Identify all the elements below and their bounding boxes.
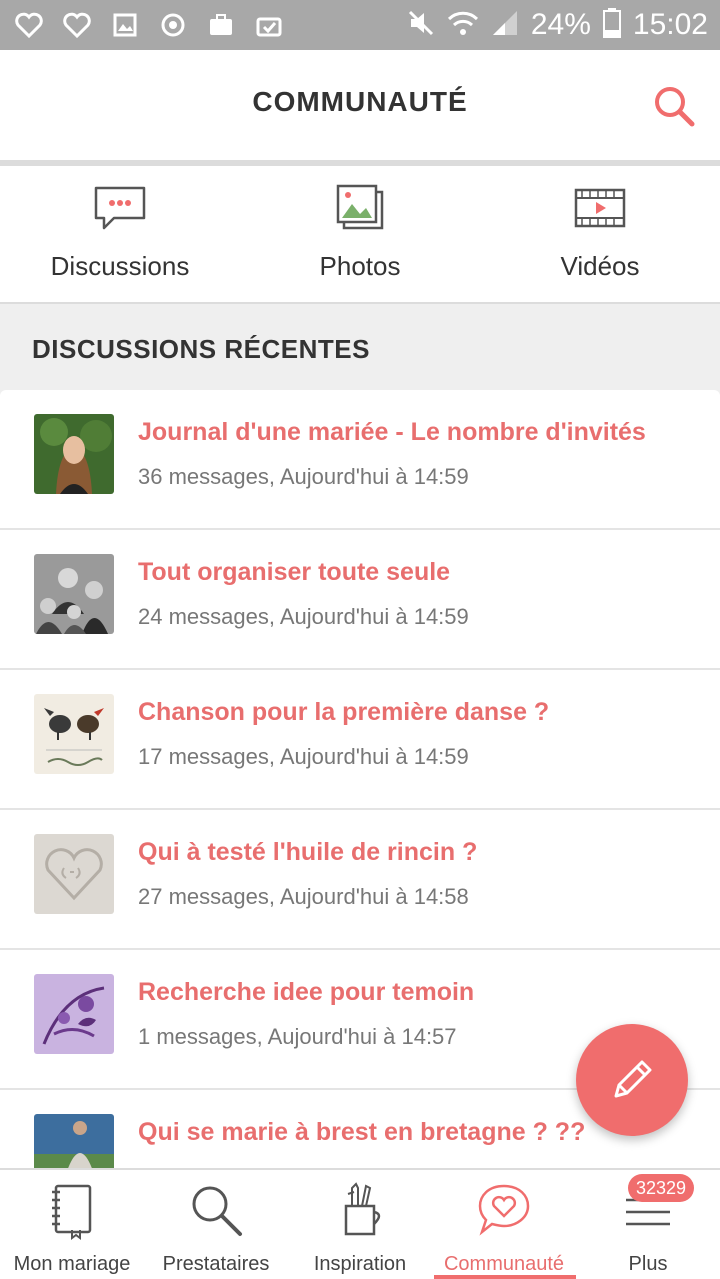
discussion-title: Chanson pour la première danse ? (138, 698, 550, 726)
screen: 24% 15:02 COMMUNAUTÉ Discussions Photos … (0, 0, 720, 1279)
nav-label: Communauté (443, 1253, 565, 1275)
nav-communaute[interactable]: Communauté (432, 1170, 576, 1279)
discussion-meta: 17 messages, Aujourd'hui à 14:59 (138, 744, 469, 769)
heart-outline-icon (62, 10, 92, 40)
search-button[interactable] (652, 84, 696, 128)
briefcase-check-icon (254, 10, 284, 40)
avatar (34, 554, 114, 634)
avatar (34, 974, 114, 1054)
photos-icon (336, 184, 384, 230)
search-icon (655, 87, 695, 127)
discussion-row[interactable]: Chanson pour la première danse ? 17 mess… (0, 670, 720, 810)
discussion-title: Journal d'une mariée - Le nombre d'invit… (138, 418, 646, 446)
notebook-icon (52, 1184, 92, 1240)
category-photos[interactable]: Photos (240, 184, 480, 282)
discussion-meta: 36 messages, Aujourd'hui à 14:59 (138, 464, 469, 489)
heart-outline-icon (14, 10, 44, 40)
category-discussions[interactable]: Discussions (0, 184, 240, 282)
section-header: DISCUSSIONS RÉCENTES (0, 306, 720, 390)
category-row: Discussions Photos Vidéos (0, 166, 720, 304)
wifi-icon (447, 9, 479, 42)
pencil-icon (614, 1060, 652, 1098)
heart-bubble-icon (478, 1184, 530, 1236)
status-bar: 24% 15:02 (0, 0, 720, 50)
discussion-title: Recherche idee pour temoin (138, 978, 475, 1006)
discussion-meta: 27 messages, Aujourd'hui à 14:58 (138, 884, 469, 909)
app-bar: COMMUNAUTÉ (0, 50, 720, 160)
active-tab-indicator (434, 1275, 576, 1279)
avatar (34, 834, 114, 914)
image-icon (110, 10, 140, 40)
nav-inspiration[interactable]: Inspiration (288, 1170, 432, 1279)
pencil-cup-icon (344, 1182, 381, 1236)
magnifier-icon (192, 1186, 242, 1236)
signal-icon (491, 9, 519, 42)
discussion-meta: 24 messages, Aujourd'hui à 14:59 (138, 604, 469, 629)
chat-bubble-icon (94, 186, 146, 230)
discussion-row[interactable]: Tout organiser toute seule 24 messages, … (0, 530, 720, 670)
avatar (34, 414, 114, 494)
video-film-icon (574, 188, 626, 228)
battery-percent: 24% (530, 8, 591, 41)
section-title: DISCUSSIONS RÉCENTES (32, 334, 370, 364)
category-videos[interactable]: Vidéos (480, 184, 720, 282)
avatar (34, 1114, 114, 1168)
category-label: Photos (319, 251, 401, 281)
nav-mon-mariage[interactable]: Mon mariage (0, 1170, 144, 1279)
briefcase-plus-icon (206, 10, 236, 40)
nav-label: Prestataires (162, 1253, 270, 1275)
avatar (34, 694, 114, 774)
discussion-row[interactable]: Qui à testé l'huile de rincin ? 27 messa… (0, 810, 720, 950)
category-label: Vidéos (560, 251, 640, 281)
nav-label: Inspiration (313, 1253, 407, 1275)
nav-label: Plus (628, 1253, 668, 1275)
category-label: Discussions (50, 251, 190, 281)
discussion-title: Qui se marie à brest en bretagne ? ?? (138, 1118, 586, 1146)
battery-icon (602, 7, 621, 43)
discussion-title: Qui à testé l'huile de rincin ? (138, 838, 478, 866)
mute-icon (407, 9, 435, 42)
discussion-title: Tout organiser toute seule (138, 558, 451, 586)
discussion-row[interactable]: Journal d'une mariée - Le nombre d'invit… (0, 390, 720, 530)
notification-badge: 32329 (628, 1174, 695, 1202)
nav-label: Mon mariage (13, 1253, 131, 1275)
new-discussion-button[interactable] (576, 1024, 688, 1136)
sync-icon (158, 10, 188, 40)
nav-prestataires[interactable]: Prestataires (144, 1170, 288, 1279)
clock: 15:02 (632, 8, 708, 41)
page-title: COMMUNAUTÉ (252, 86, 468, 117)
discussion-meta: 1 messages, Aujourd'hui à 14:57 (138, 1024, 457, 1049)
bottom-nav: Mon mariage Prestataires Inspiration Com… (0, 1168, 720, 1279)
